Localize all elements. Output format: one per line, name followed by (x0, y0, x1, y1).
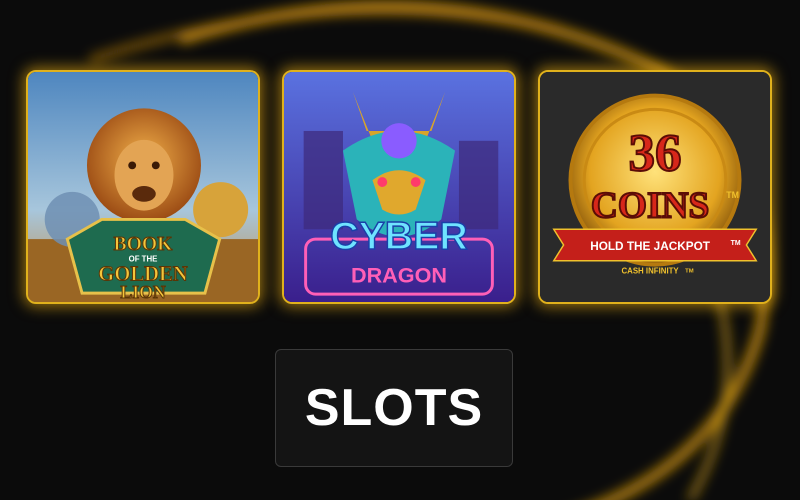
game-tile-36-coins[interactable]: 36 COINS TM HOLD THE JACKPOT TM CASH INF… (538, 70, 772, 304)
logo-cash-infinity: CASH INFINITY (621, 266, 679, 275)
trademark-symbol: TM (731, 240, 741, 247)
logo-number-36: 36 (628, 124, 681, 182)
logo-word-lion: LION (120, 282, 165, 302)
cyber-dragon-artwork: CYBER DRAGON (284, 72, 514, 302)
logo-word-cyber: CYBER (330, 214, 468, 258)
36-coins-artwork: 36 COINS TM HOLD THE JACKPOT TM CASH INF… (540, 72, 770, 302)
golden-lion-artwork: BOOK OF THE GOLDEN LION (28, 72, 258, 302)
logo-word-of-the: OF THE (129, 255, 158, 264)
logo-word-dragon: DRAGON (351, 262, 447, 287)
logo-word-book: BOOK (114, 233, 174, 255)
trademark-symbol: TM (726, 190, 739, 200)
game-tile-cyber-dragon[interactable]: CYBER DRAGON (282, 70, 516, 304)
game-tile-book-of-the-golden-lion[interactable]: BOOK OF THE GOLDEN LION (26, 70, 260, 304)
slots-button[interactable]: SLOTS (275, 349, 513, 467)
logo-ribbon-hold-the-jackpot: HOLD THE JACKPOT (590, 240, 711, 253)
trademark-symbol: TM (685, 269, 694, 275)
logo-word-coins: COINS (591, 185, 709, 226)
